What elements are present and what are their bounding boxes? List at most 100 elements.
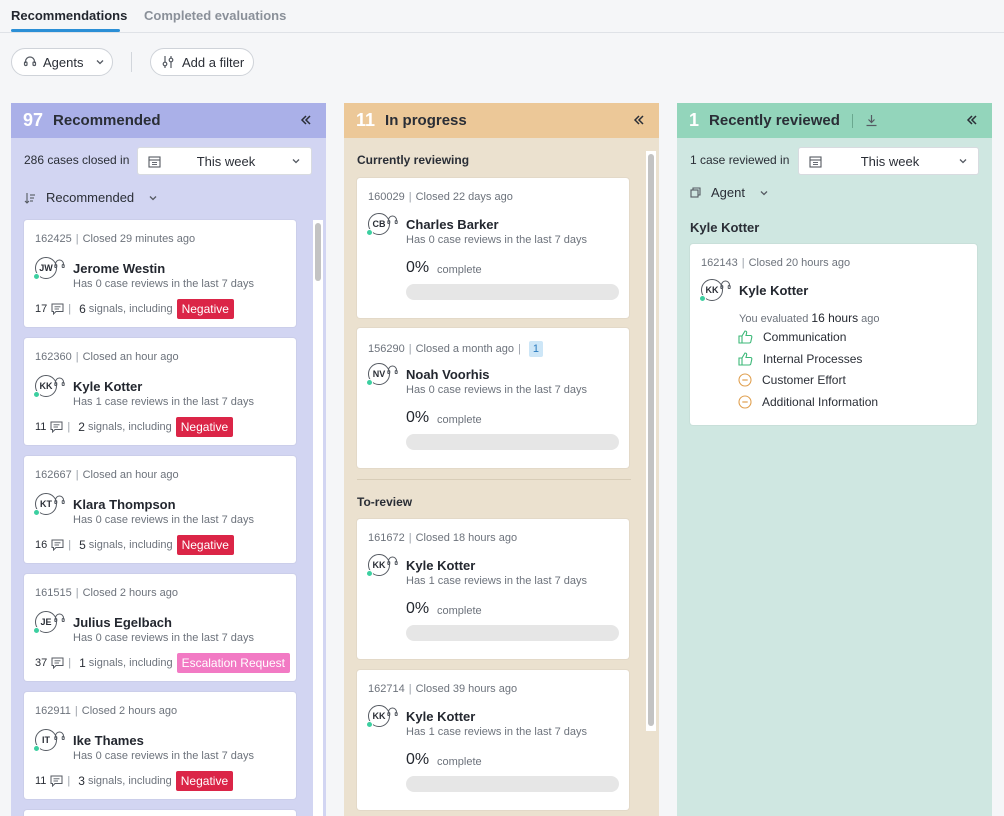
collapse-column-icon[interactable] xyxy=(631,112,647,128)
sort-dropdown[interactable]: Recommended xyxy=(24,190,158,205)
case-card[interactable] xyxy=(24,810,296,816)
evaluation-item: Additional Information xyxy=(738,395,878,409)
reviewed-case-card[interactable]: 162143 | Closed 20 hours ago KK Kyle Kotte… xyxy=(690,244,977,425)
signal-tag[interactable]: Negative xyxy=(176,535,234,555)
progress-percent: 0% xyxy=(406,600,430,617)
signal-count: 1 xyxy=(79,656,86,670)
signals-row: 11 | 3 signals, including Negative xyxy=(35,771,234,791)
tab-completed-evaluations[interactable]: Completed evaluations xyxy=(144,8,286,23)
case-closed-time: Closed 2 hours ago xyxy=(82,587,178,599)
recently-reviewed-count: 1 xyxy=(689,110,700,130)
thumbs-up-icon xyxy=(738,330,763,344)
evaluation-item-label: Additional Information xyxy=(762,394,879,409)
sort-label: Recommended xyxy=(46,190,135,205)
case-meta: 162360 | Closed an hour ago xyxy=(35,351,179,363)
agent-name[interactable]: Julius Egelbach xyxy=(73,615,172,630)
agent-name[interactable]: Kyle Kotter xyxy=(739,283,808,298)
agent-name[interactable]: Kyle Kotter xyxy=(73,379,142,394)
in-progress-scrollbar[interactable] xyxy=(646,151,656,731)
agents-filter-button[interactable]: Agents xyxy=(11,48,113,76)
comment-icon xyxy=(50,421,63,433)
signal-tag[interactable]: Negative xyxy=(175,417,234,437)
tab-bar: Recommendations Completed evaluations xyxy=(0,0,1004,33)
chevron-down-icon xyxy=(97,60,104,65)
evaluation-item: Communication xyxy=(738,330,846,344)
headset-icon xyxy=(387,555,398,570)
online-status-dot xyxy=(33,509,40,516)
sort-icon xyxy=(24,192,35,204)
case-meta: 161515 | Closed 2 hours ago xyxy=(35,587,178,599)
in-progress-count: 11 xyxy=(356,110,376,130)
signal-tag[interactable]: Negative xyxy=(175,771,234,791)
case-review-count: Has 1 case reviews in the last 7 days xyxy=(406,575,587,587)
cases-reviewed-text: 1 case reviewed in xyxy=(690,153,790,167)
headset-icon xyxy=(387,214,398,229)
progress-label: complete xyxy=(437,414,482,426)
case-card[interactable]: 162425 | Closed 29 minutes ago JW Jerome Wes… xyxy=(24,220,296,327)
signals-row: 11 | 2 signals, including Negative xyxy=(35,417,234,437)
collapse-column-icon[interactable] xyxy=(964,112,980,128)
recommended-scrollbar[interactable] xyxy=(313,220,323,816)
evaluated-prefix: You evaluated xyxy=(739,313,809,325)
scrollbar-thumb[interactable] xyxy=(315,223,321,281)
comment-icon xyxy=(51,657,64,669)
agent-name[interactable]: Ike Thames xyxy=(73,733,144,748)
active-tab-indicator xyxy=(11,29,120,32)
group-by-dropdown[interactable]: Agent xyxy=(690,185,769,200)
recommended-header: 97 Recommended xyxy=(11,103,326,138)
case-meta: 162667 | Closed an hour ago xyxy=(35,469,179,481)
agent-name[interactable]: Kyle Kotter xyxy=(406,558,475,573)
agent-name[interactable]: Kyle Kotter xyxy=(406,709,475,724)
chevron-down-icon xyxy=(149,195,157,200)
progress-bar xyxy=(406,625,619,641)
case-card[interactable]: 162911 | Closed 2 hours ago IT Ike Thames Has… xyxy=(24,692,296,799)
evaluation-item: Internal Processes xyxy=(738,352,862,366)
case-closed-time: Closed 20 hours ago xyxy=(748,257,851,269)
period-dropdown[interactable]: This week xyxy=(798,147,979,175)
case-review-count: Has 0 case reviews in the last 7 days xyxy=(73,750,254,762)
signals-row: 16 | 5 signals, including Negative xyxy=(35,535,234,555)
case-review-count: Has 0 case reviews in the last 7 days xyxy=(73,514,254,526)
add-filter-button[interactable]: Add a filter xyxy=(150,48,254,76)
evaluation-item-label: Internal Processes xyxy=(763,351,863,366)
case-card[interactable]: 161515 | Closed 2 hours ago JE Julius Egelba… xyxy=(24,574,296,681)
comment-count: 11 xyxy=(35,421,47,433)
signals-text: signals, including xyxy=(88,539,173,551)
case-meta: 156290 | Closed a month ago | 1 xyxy=(368,341,544,357)
case-card[interactable]: 156290 | Closed a month ago | 1 NV Noah Voorhi… xyxy=(357,328,629,468)
case-card[interactable]: 160029 | Closed 22 days ago CB Charles Barke… xyxy=(357,178,629,318)
calendar-icon xyxy=(148,155,161,168)
case-card[interactable]: 162667 | Closed an hour ago KT Klara Thompso… xyxy=(24,456,296,563)
online-status-dot xyxy=(366,721,373,728)
case-id: 160029 xyxy=(368,191,405,203)
case-review-count: Has 1 case reviews in the last 7 days xyxy=(73,396,254,408)
signal-tag[interactable]: Escalation Request xyxy=(176,653,290,673)
scrollbar-thumb[interactable] xyxy=(648,154,654,726)
period-dropdown[interactable]: This week xyxy=(137,147,312,175)
header-divider xyxy=(851,113,853,128)
agent-name[interactable]: Charles Barker xyxy=(406,217,499,232)
signal-count: 5 xyxy=(79,538,86,552)
period-label: This week xyxy=(196,153,256,169)
case-id: 156290 xyxy=(368,343,405,355)
evaluation-item-label: Customer Effort xyxy=(762,373,846,387)
agent-name[interactable]: Klara Thompson xyxy=(73,497,176,512)
progress-bar xyxy=(406,776,619,792)
group-name: Kyle Kotter xyxy=(690,220,760,235)
download-icon[interactable] xyxy=(865,114,878,127)
section-divider xyxy=(357,479,631,480)
agent-name[interactable]: Jerome Westin xyxy=(73,261,165,276)
cases-closed-text: 286 cases closed in xyxy=(24,153,130,167)
case-card[interactable]: 161672 | Closed 18 hours ago KK Kyle Kotter H… xyxy=(357,519,629,659)
case-review-count: Has 0 case reviews in the last 7 days xyxy=(406,234,587,246)
tab-recommendations[interactable]: Recommendations xyxy=(11,8,127,23)
filter-divider xyxy=(131,52,132,72)
case-card[interactable]: 162714 | Closed 39 hours ago KK Kyle Kotter H… xyxy=(357,670,629,810)
collapse-column-icon[interactable] xyxy=(298,112,314,128)
signal-count: 6 xyxy=(79,302,86,316)
case-card[interactable]: 162360 | Closed an hour ago KK Kyle Kotter Ha… xyxy=(24,338,296,445)
agent-name[interactable]: Noah Voorhis xyxy=(406,367,490,382)
case-closed-time: Closed an hour ago xyxy=(82,351,179,363)
online-status-dot xyxy=(366,570,373,577)
signal-tag[interactable]: Negative xyxy=(176,299,234,319)
